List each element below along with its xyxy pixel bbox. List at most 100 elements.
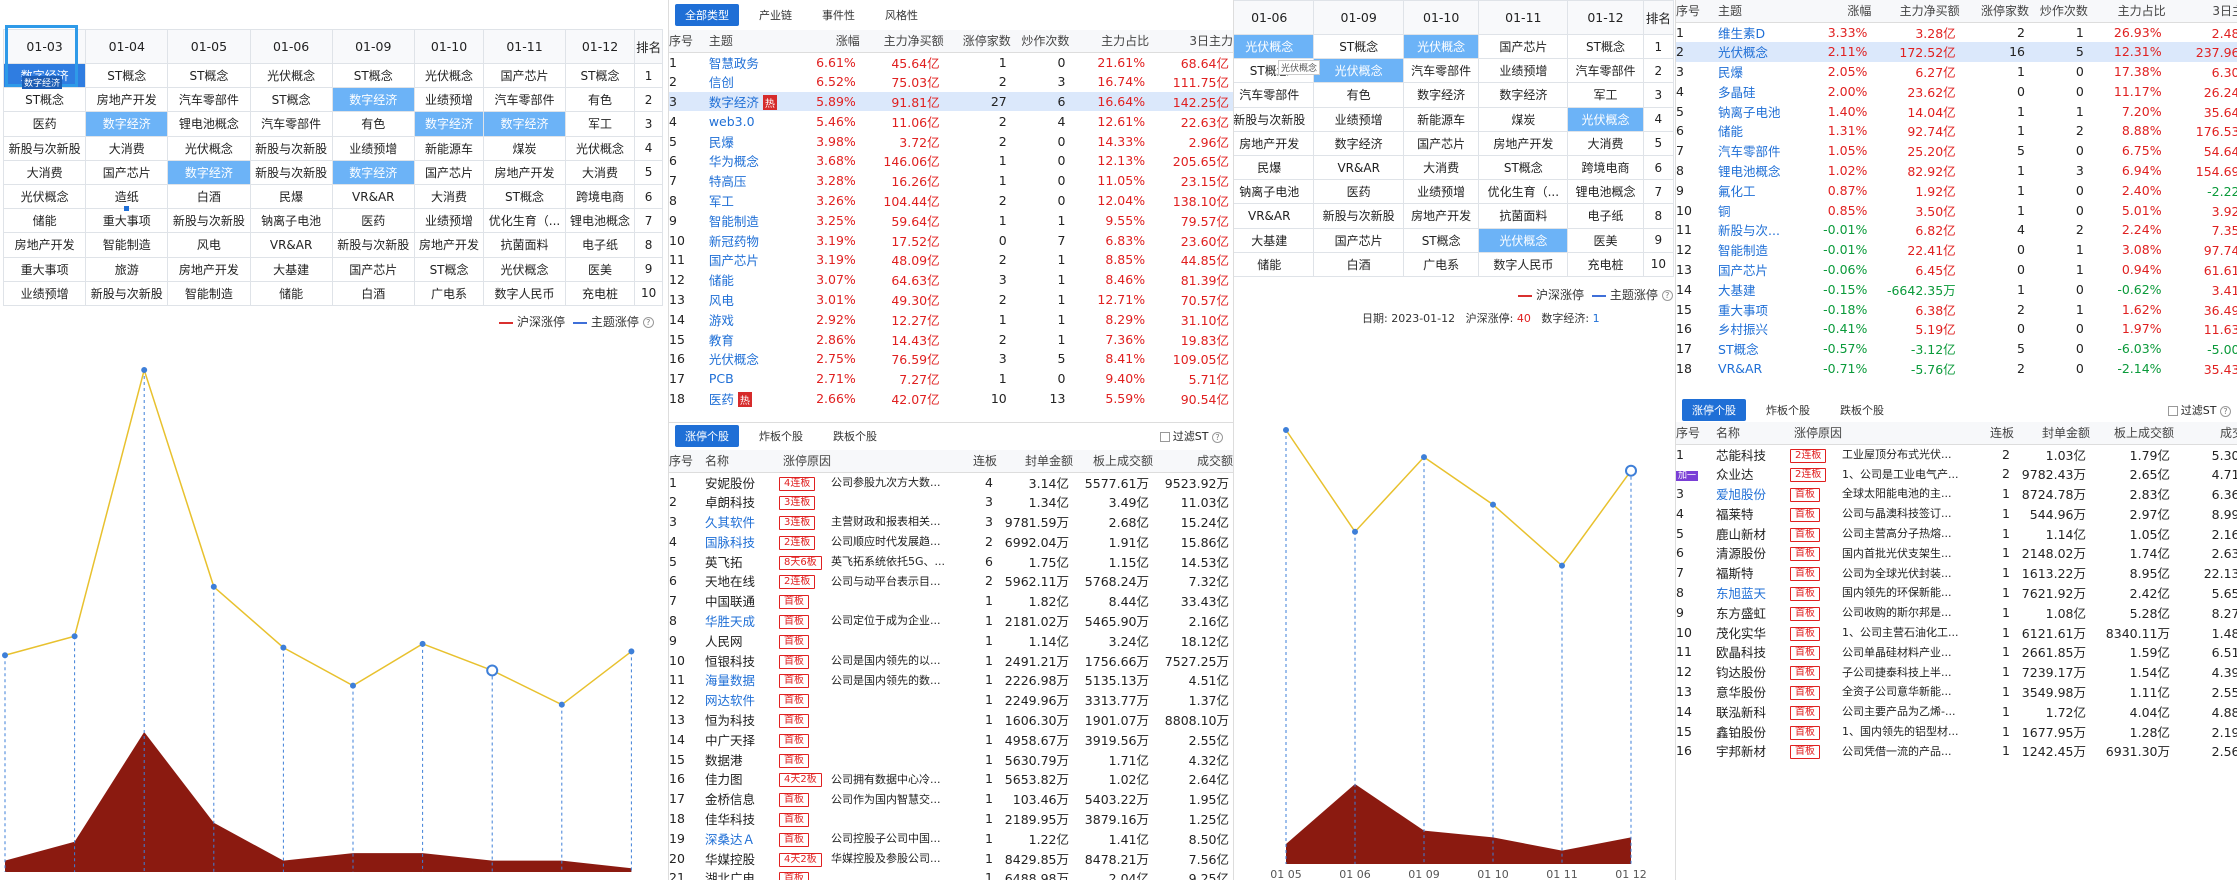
theme-cell[interactable]: 数字人民币	[483, 280, 566, 306]
theme-row[interactable]: 12 储能 3.07% 64.63亿 3 1 8.46% 81.39亿	[669, 270, 1233, 290]
data-point[interactable]	[1421, 454, 1427, 461]
col-header[interactable]: 板上成交额	[1073, 450, 1153, 473]
theme-cell[interactable]: VR&AR	[1313, 154, 1404, 181]
theme-cell[interactable]: 有色	[331, 111, 415, 137]
rank-header-01-11[interactable]: 01-11	[1478, 0, 1569, 35]
col-header[interactable]: 主力占比	[1069, 30, 1150, 53]
theme-cell[interactable]: 国产芯片	[1313, 227, 1404, 253]
stock-row[interactable]: 4 福莱特首板 公司与晶澳科技签订... 1 544.96万 2.97亿 8.99亿	[1676, 503, 2237, 523]
theme-cell[interactable]: 广电系	[413, 280, 485, 306]
theme-name[interactable]: 智慧政务	[709, 52, 801, 72]
theme-cell[interactable]: 国产芯片	[1402, 130, 1480, 156]
tab-2[interactable]: 事件性	[812, 4, 865, 26]
theme-cell[interactable]: 煤炭	[1478, 106, 1569, 132]
theme-cell[interactable]: 跨境电商	[564, 183, 636, 210]
theme-row[interactable]: 11 新股与次... -0.01% 6.82亿 4 2 2.24% 7.35亿	[1676, 220, 2237, 240]
stock-row[interactable]: 16 宇邦新材 首板 公司凭借一流的产品... 1 1242.45万 6931.30万 2.5…	[1676, 741, 2237, 761]
theme-cell[interactable]: 数字经济	[167, 159, 251, 185]
theme-cell[interactable]: ST概念	[331, 62, 415, 89]
rank-header-01-11[interactable]: 01-11	[483, 29, 566, 64]
theme-name[interactable]: 信创	[709, 72, 801, 92]
theme-row[interactable]: 4 多晶硅 2.00% 23.62亿 0 0 11.17% 26.24亿	[1676, 81, 2237, 101]
tab-1[interactable]: 产业链	[749, 4, 802, 26]
data-point[interactable]	[419, 640, 426, 647]
theme-cell[interactable]: 充电桩	[1567, 251, 1644, 277]
col-header[interactable]: 序号	[1676, 0, 1719, 23]
theme-cell[interactable]: 跨境电商	[1567, 154, 1644, 181]
theme-cell[interactable]: 医药	[2, 111, 87, 137]
tab-0[interactable]: 涨停个股	[1682, 399, 1746, 421]
theme-cell[interactable]: ST概念	[1313, 33, 1404, 60]
theme-name[interactable]: 钠离子电池	[1718, 101, 1813, 121]
theme-cell[interactable]: 业绩预增	[1478, 58, 1569, 84]
data-point[interactable]	[2, 652, 8, 659]
theme-row[interactable]: 10 新冠药物 3.19% 17.52亿 0 7 6.83% 23.60亿	[669, 230, 1233, 250]
stock-name[interactable]: 金桥信息	[705, 789, 779, 809]
theme-cell[interactable]: 大消费	[413, 183, 485, 210]
theme-cell[interactable]: 光伏概念	[1478, 227, 1569, 253]
theme-cell[interactable]: 房地产开发	[413, 232, 485, 258]
theme-cell[interactable]: 业绩预增	[1313, 106, 1404, 132]
theme-cell[interactable]: VR&AR	[249, 232, 333, 258]
stock-row[interactable]: 1 芯能科技2连板 工业屋顶分布式光伏... 2 1.03亿 1.79亿 5.30亿	[1676, 444, 2237, 464]
theme-cell[interactable]: 房地产开发	[1234, 130, 1315, 156]
theme-cell[interactable]: 光伏概念	[483, 256, 566, 282]
data-point[interactable]	[141, 367, 148, 373]
stock-row[interactable]: 17 金桥信息 首板 公司作为国内智慧交... 1 103.46万 5403.22万 1.95…	[669, 789, 1233, 809]
theme-cell[interactable]: 数字经济	[1478, 82, 1569, 108]
theme-name[interactable]: 新冠药物	[709, 230, 801, 250]
theme-row[interactable]: 4 web3.0 5.46% 11.06亿 2 4 12.61% 22.63亿	[669, 111, 1233, 131]
stock-row[interactable]: 加一 众业达2连板 1、公司是工业电气产... 2 9782.43万 2.65亿 4.71亿	[1676, 464, 2237, 484]
theme-name[interactable]: 风电	[709, 290, 801, 310]
rank-header-01-06[interactable]: 01-06	[249, 29, 333, 64]
theme-cell[interactable]: VR&AR	[331, 183, 415, 210]
stock-row[interactable]: 10 恒银科技 首板 公司是国内领先的以... 1 2491.21万 1756.66万 752…	[669, 650, 1233, 670]
theme-cell[interactable]: 数字经济	[331, 87, 415, 113]
theme-row[interactable]: 9 智能制造 3.25% 59.64亿 1 1 9.55% 79.57亿	[669, 210, 1233, 230]
stock-name[interactable]: 爱旭股份	[1716, 484, 1790, 504]
theme-name[interactable]: 储能	[1718, 121, 1813, 141]
stock-name[interactable]: 众业达	[1716, 464, 1790, 484]
stock-name[interactable]: 联泓新科	[1716, 701, 1790, 721]
stock-name[interactable]: 福莱特	[1716, 503, 1790, 523]
theme-cell[interactable]: 大消费	[564, 159, 636, 185]
theme-cell[interactable]: 新股与次新股	[2, 135, 87, 161]
stock-name[interactable]: 湖北广电	[705, 868, 779, 880]
col-header[interactable]: 成交额	[2174, 422, 2237, 445]
stock-row[interactable]: 4 国脉科技 2连板 公司顺应时代发展趋... 2 6992.04万 1.91亿 15.86亿	[669, 531, 1233, 551]
theme-row[interactable]: 13 风电 3.01% 49.30亿 2 1 12.71% 70.57亿	[669, 290, 1233, 310]
stock-row[interactable]: 5 鹿山新材首板 公司主营高分子热熔... 1 1.14亿 1.05亿 2.16亿	[1676, 523, 2237, 543]
theme-row[interactable]: 7 汽车零部件 1.05% 25.20亿 5 0 6.75% 54.64亿	[1676, 141, 2237, 161]
col-header[interactable]: 主力占比	[2087, 0, 2166, 23]
theme-cell[interactable]: 军工	[564, 111, 636, 137]
theme-name[interactable]: VR&AR	[1718, 359, 1813, 379]
theme-name[interactable]: 民爆	[1718, 62, 1813, 82]
col-header[interactable]: 连板	[957, 450, 997, 473]
tab-0[interactable]: 涨停个股	[675, 425, 739, 447]
theme-cell[interactable]: 医药	[331, 208, 415, 234]
theme-cell[interactable]: 民爆	[249, 183, 333, 210]
theme-cell[interactable]: 大消费	[1567, 130, 1644, 156]
stock-name[interactable]: 鑫铂股份	[1716, 721, 1790, 741]
col-header[interactable]: 板上成交额	[2090, 422, 2174, 445]
theme-cell[interactable]: 光伏概念	[413, 62, 485, 89]
theme-cell[interactable]: ST概念	[1478, 154, 1569, 181]
col-header[interactable]: 涨幅	[1812, 0, 1872, 23]
theme-cell[interactable]: ST概念	[1402, 227, 1480, 253]
filter-st[interactable]: 过滤ST ?	[2167, 402, 2231, 418]
theme-cell[interactable]: 优化生育（...	[483, 208, 566, 234]
theme-row[interactable]: 1 维生素D 3.33% 3.28亿 2 1 26.93% 2.48亿	[1676, 22, 2237, 42]
stock-row[interactable]: 3 爱旭股份首板 全球太阳能电池的主... 1 8724.78万 2.83亿 6.36亿	[1676, 484, 2237, 504]
theme-cell[interactable]: 数字经济	[483, 111, 566, 137]
theme-cell[interactable]: 业绩预增	[2, 280, 87, 306]
stock-row[interactable]: 15 数据港 首板 1 5630.79万 1.71亿 4.32亿	[669, 749, 1233, 769]
rank-header-01-12[interactable]: 01-12	[1567, 0, 1644, 35]
theme-cell[interactable]: 白酒	[331, 280, 415, 306]
rank-header-01-05[interactable]: 01-05	[167, 29, 251, 64]
theme-cell[interactable]: 风电	[167, 232, 251, 258]
theme-cell[interactable]: 电子纸	[1567, 203, 1644, 229]
col-header[interactable]: 名称	[705, 450, 779, 473]
theme-cell[interactable]: 医药	[1313, 179, 1404, 205]
data-point[interactable]	[1625, 464, 1637, 477]
stock-name[interactable]: 华胜天成	[705, 611, 779, 631]
